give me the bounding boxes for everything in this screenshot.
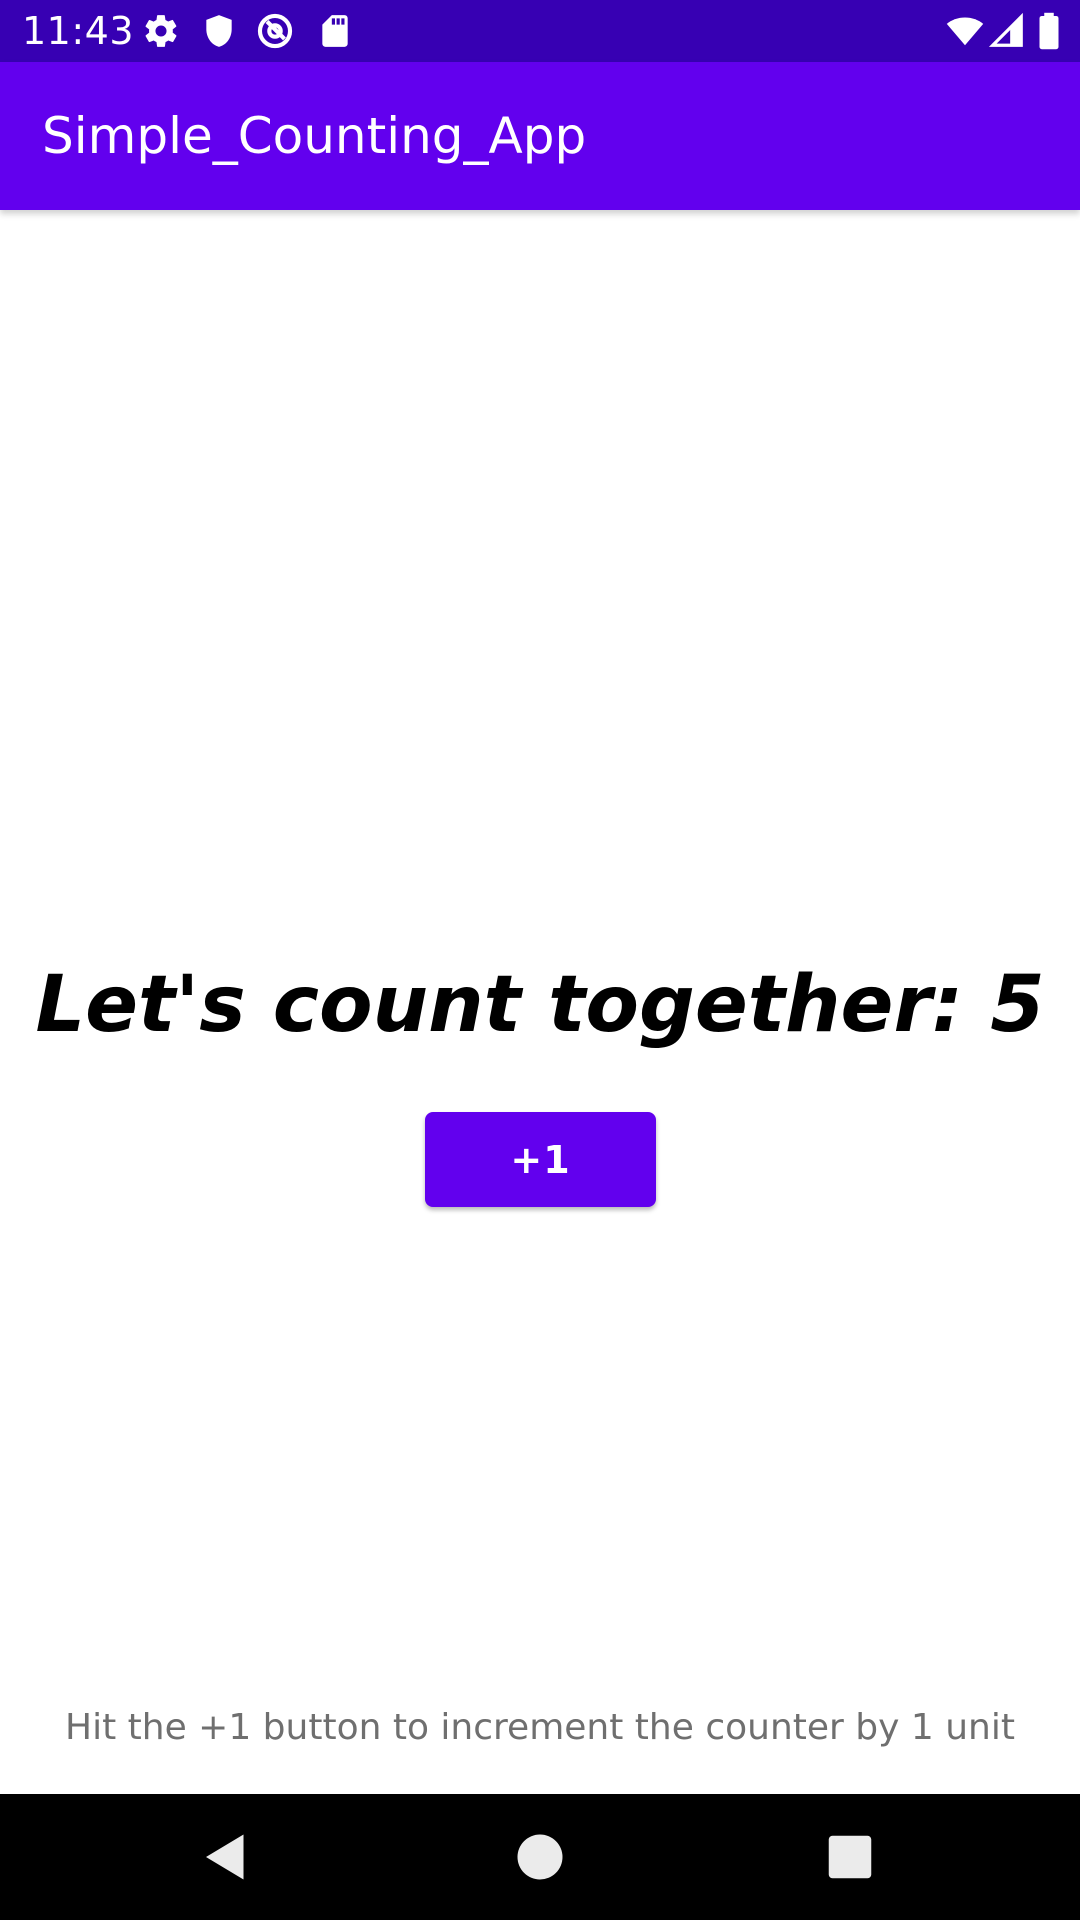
wifi-icon [944,12,986,50]
app-bar: Simple_Counting_App [0,62,1080,210]
sd-card-icon [316,12,354,50]
increment-button[interactable]: +1 [425,1112,656,1207]
navigation-bar [0,1794,1080,1920]
status-bar: 11:43 [0,0,1080,62]
hint-text: Hit the +1 button to increment the count… [65,1707,1015,1748]
shield-icon [200,12,238,50]
battery-icon [1036,12,1062,50]
app-title: Simple_Counting_App [42,107,587,165]
counter-text: Let's count together: 5 [35,960,1045,1050]
settings-icon [142,12,180,50]
cell-signal-icon [988,12,1026,50]
back-icon[interactable] [196,1827,256,1887]
recents-icon[interactable] [820,1827,880,1887]
home-icon[interactable] [510,1827,570,1887]
app-screen: 11:43 Simple_Counting_App Let's count to… [0,0,1080,1920]
at-sign-icon [256,12,294,50]
status-time: 11:43 [22,9,135,53]
